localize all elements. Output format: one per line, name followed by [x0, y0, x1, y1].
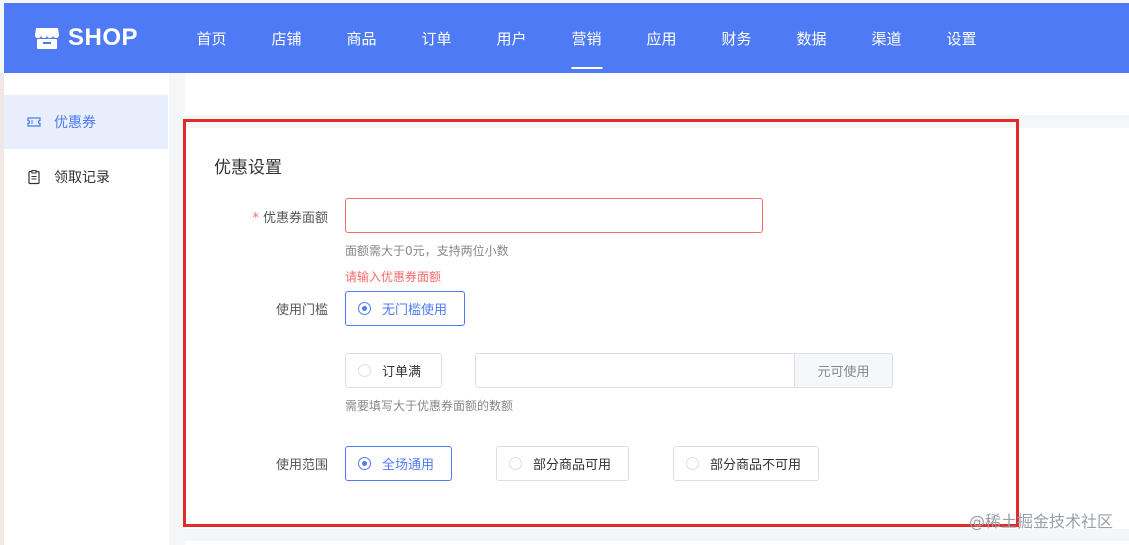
radio-order-over[interactable]: 订单满 — [345, 353, 442, 388]
coupon-amount-label-text: 优惠券面额 — [262, 211, 328, 226]
nav-item-apps[interactable]: 应用 — [624, 3, 699, 73]
radio-scope-some-included[interactable]: 部分商品可用 — [496, 446, 629, 481]
top-panel — [185, 73, 1129, 115]
radio-scope-all[interactable]: 全场通用 — [345, 446, 452, 481]
watermark: @稀土掘金技术社区 — [968, 512, 1113, 531]
radio-no-threshold[interactable]: 无门槛使用 — [345, 291, 465, 326]
main-nav: 首页 店铺 商品 订单 用户 营销 应用 财务 数据 渠道 设置 — [174, 3, 999, 73]
sidebar-item-records[interactable]: 领取记录 — [4, 150, 168, 204]
threshold-amount-suffix: 元可使用 — [794, 353, 893, 388]
sidebar-item-coupons[interactable]: 优惠券 — [4, 95, 168, 149]
brand-name: SHOP — [68, 24, 139, 51]
sidebar: 优惠券 领取记录 — [4, 73, 169, 545]
radio-scope-some-excluded[interactable]: 部分商品不可用 — [673, 446, 819, 481]
nav-item-users[interactable]: 用户 — [474, 3, 549, 73]
radio-circle — [686, 457, 699, 470]
nav-item-orders[interactable]: 订单 — [399, 3, 474, 73]
threshold-hint: 需要填写大于优惠券面额的数额 — [345, 399, 514, 413]
radio-circle — [358, 302, 371, 315]
radio-circle — [358, 457, 371, 470]
radio-label: 部分商品不可用 — [710, 458, 802, 473]
required-mark: * — [252, 211, 259, 226]
radio-circle — [358, 364, 371, 377]
section-title: 优惠设置 — [214, 158, 282, 178]
radio-circle — [509, 457, 522, 470]
threshold-label: 使用门槛 — [275, 303, 328, 318]
radio-label: 全场通用 — [382, 458, 435, 473]
shop-logo[interactable]: SHOP — [34, 23, 138, 53]
sidebar-item-label: 优惠券 — [54, 115, 96, 131]
coupon-amount-label: * 优惠券面额 — [218, 207, 328, 226]
store-icon — [35, 28, 59, 49]
coupon-amount-input[interactable] — [345, 198, 763, 233]
radio-label: 订单满 — [382, 365, 422, 380]
nav-item-home[interactable]: 首页 — [174, 3, 249, 73]
sidebar-item-label: 领取记录 — [54, 170, 110, 186]
nav-item-store[interactable]: 店铺 — [249, 3, 324, 73]
ticket-icon — [27, 117, 41, 127]
top-navbar: SHOP 首页 店铺 商品 订单 用户 营销 应用 财务 数据 渠道 设置 — [4, 3, 1129, 73]
nav-item-settings[interactable]: 设置 — [924, 3, 999, 73]
clipboard-icon — [28, 170, 40, 185]
threshold-amount-input[interactable] — [475, 353, 795, 388]
coupon-amount-hint: 面额需大于0元，支持两位小数 — [345, 244, 509, 258]
radio-label: 无门槛使用 — [382, 303, 448, 318]
bottom-panel — [185, 541, 1129, 545]
nav-item-finance[interactable]: 财务 — [699, 3, 774, 73]
nav-item-marketing[interactable]: 营销 — [549, 3, 624, 73]
nav-item-channels[interactable]: 渠道 — [849, 3, 924, 73]
nav-item-goods[interactable]: 商品 — [324, 3, 399, 73]
radio-label: 部分商品可用 — [533, 458, 612, 473]
coupon-amount-error: 请输入优惠券面额 — [345, 270, 442, 284]
nav-item-data[interactable]: 数据 — [774, 3, 849, 73]
scope-label: 使用范围 — [275, 458, 328, 473]
